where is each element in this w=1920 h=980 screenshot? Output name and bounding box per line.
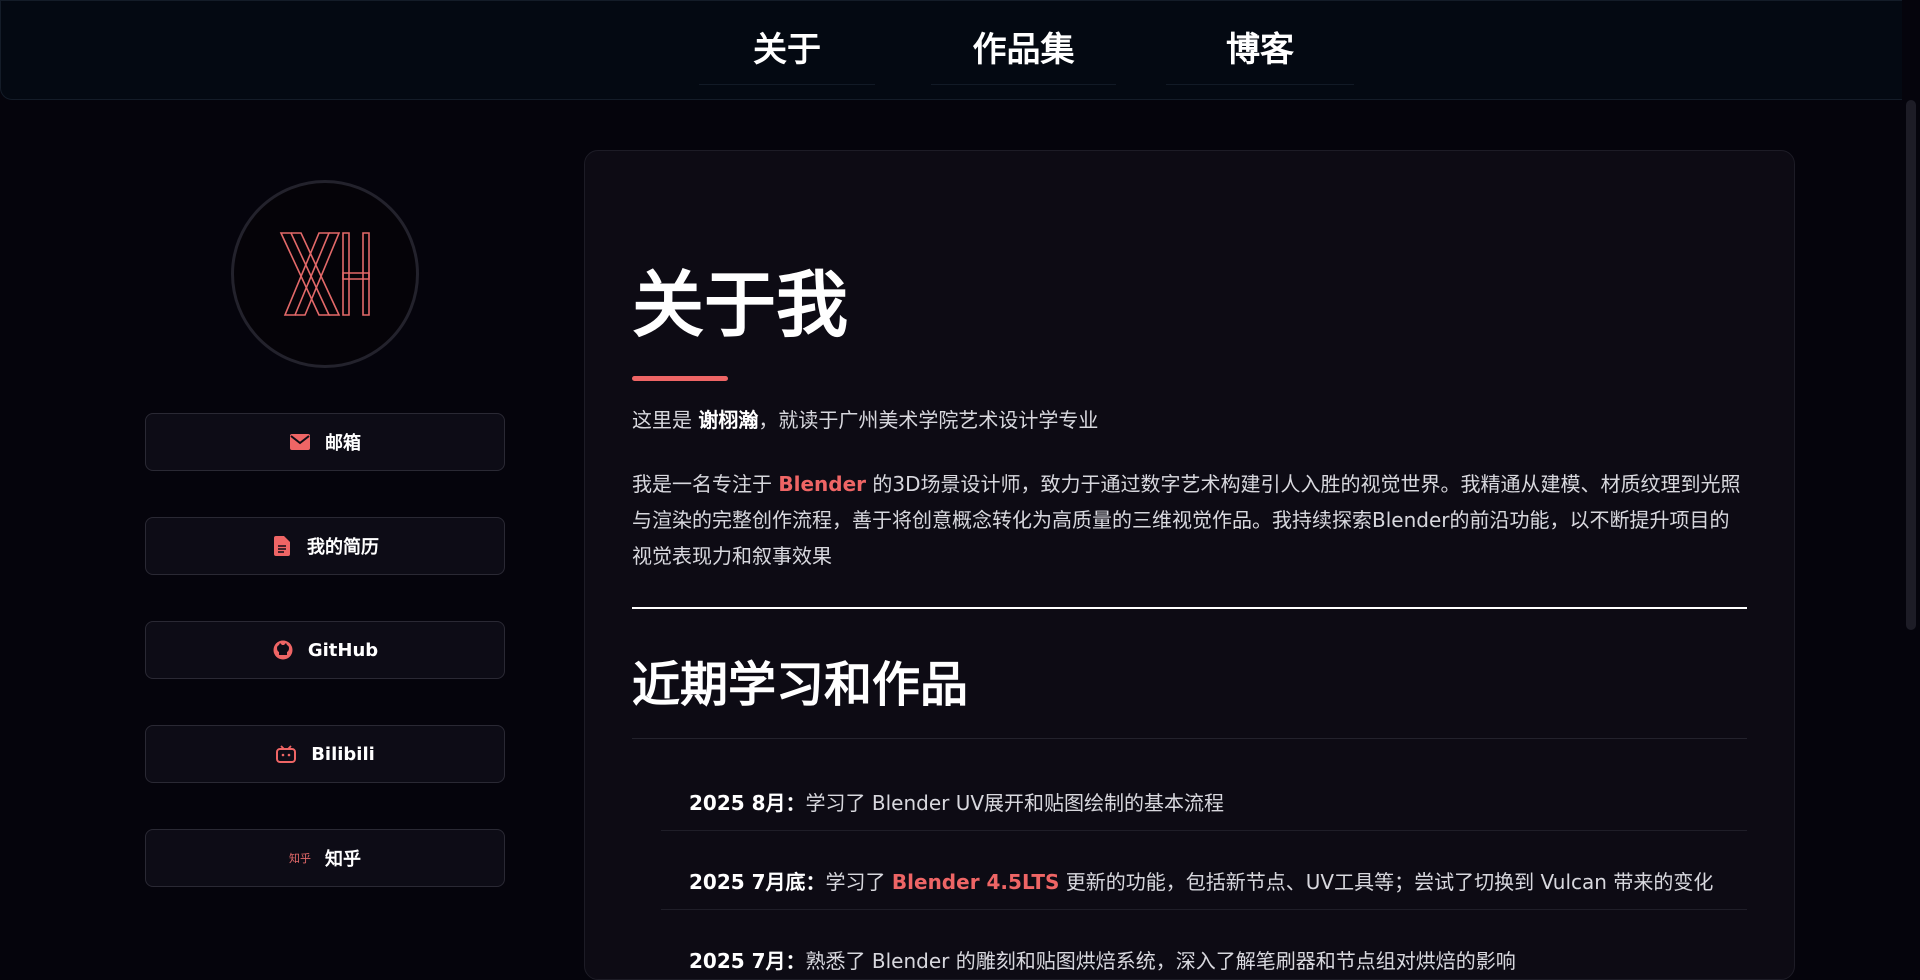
bio-paragraph: 我是一名专注于 Blender 的3D场景设计师，致力于通过数字艺术构建引人入胜… <box>632 466 1747 574</box>
avatar <box>231 180 419 368</box>
scrollbar-thumb[interactable] <box>1906 100 1916 630</box>
nav-portfolio[interactable]: 作品集 <box>931 9 1116 85</box>
envelope-icon <box>289 431 311 453</box>
zhihu-icon: 知乎 <box>289 852 311 865</box>
resume-button[interactable]: 我的简历 <box>145 517 505 575</box>
email-label: 邮箱 <box>325 433 361 454</box>
timeline-sep: ： <box>785 791 806 815</box>
recent-title-rule <box>632 738 1747 739</box>
timeline-sep: ： <box>805 870 826 894</box>
intro-suffix: ，就读于广州美术学院艺术设计学专业 <box>758 408 1099 432</box>
timeline-text: 学习了 Blender UV展开和贴图绘制的基本流程 <box>805 791 1225 815</box>
timeline-item: 2025 7月：熟悉了 Blender 的雕刻和贴图烘焙系统，深入了解笔刷器和节… <box>689 945 1739 974</box>
resume-label: 我的简历 <box>307 537 379 558</box>
title-underline <box>632 376 728 381</box>
timeline-item: 2025 7月底：学习了 Blender 4.5LTS 更新的功能，包括新节点、… <box>689 866 1739 895</box>
timeline-date: 2025 7月底 <box>689 870 806 894</box>
github-label: GitHub <box>307 639 379 661</box>
nav-blog[interactable]: 博客 <box>1166 9 1354 85</box>
github-icon <box>272 639 294 661</box>
page-scrollbar[interactable] <box>1902 0 1920 953</box>
top-navigation: 关于 作品集 博客 <box>0 0 1920 100</box>
section-divider <box>632 607 1747 609</box>
xh-logo-icon <box>279 232 370 316</box>
bio-highlight: Blender <box>778 472 867 496</box>
zhihu-label: 知乎 <box>325 849 361 870</box>
bilibili-button[interactable]: Bilibili <box>145 725 505 783</box>
author-name: 谢栩瀚 <box>698 408 759 432</box>
document-icon <box>271 535 293 557</box>
intro-prefix: 这里是 <box>632 408 699 432</box>
timeline-highlight: Blender 4.5LTS <box>891 870 1060 894</box>
about-title: 关于我 <box>632 263 849 347</box>
about-card: 关于我 这里是 谢栩瀚，就读于广州美术学院艺术设计学专业 我是一名专注于 Ble… <box>584 150 1795 980</box>
bilibili-label: Bilibili <box>311 743 375 765</box>
email-button[interactable]: 邮箱 <box>145 413 505 471</box>
bilibili-icon <box>275 743 297 765</box>
nav-about[interactable]: 关于 <box>699 9 875 85</box>
timeline-item: 2025 8月：学习了 Blender UV展开和贴图绘制的基本流程 <box>689 787 1739 816</box>
timeline-date: 2025 8月 <box>689 791 786 815</box>
timeline-text-suffix: 更新的功能，包括新节点、UV工具等；尝试了切换到 Vulcan 带来的变化 <box>1059 870 1714 894</box>
github-button[interactable]: GitHub <box>145 621 505 679</box>
timeline-rule <box>661 830 1747 831</box>
intro-text: 这里是 谢栩瀚，就读于广州美术学院艺术设计学专业 <box>632 404 1098 433</box>
timeline-rule <box>661 909 1747 910</box>
bio-prefix: 我是一名专注于 <box>632 472 779 496</box>
zhihu-button[interactable]: 知乎 知乎 <box>145 829 505 887</box>
timeline-text: 学习了 <box>825 870 892 894</box>
recent-title: 近期学习和作品 <box>632 657 969 713</box>
